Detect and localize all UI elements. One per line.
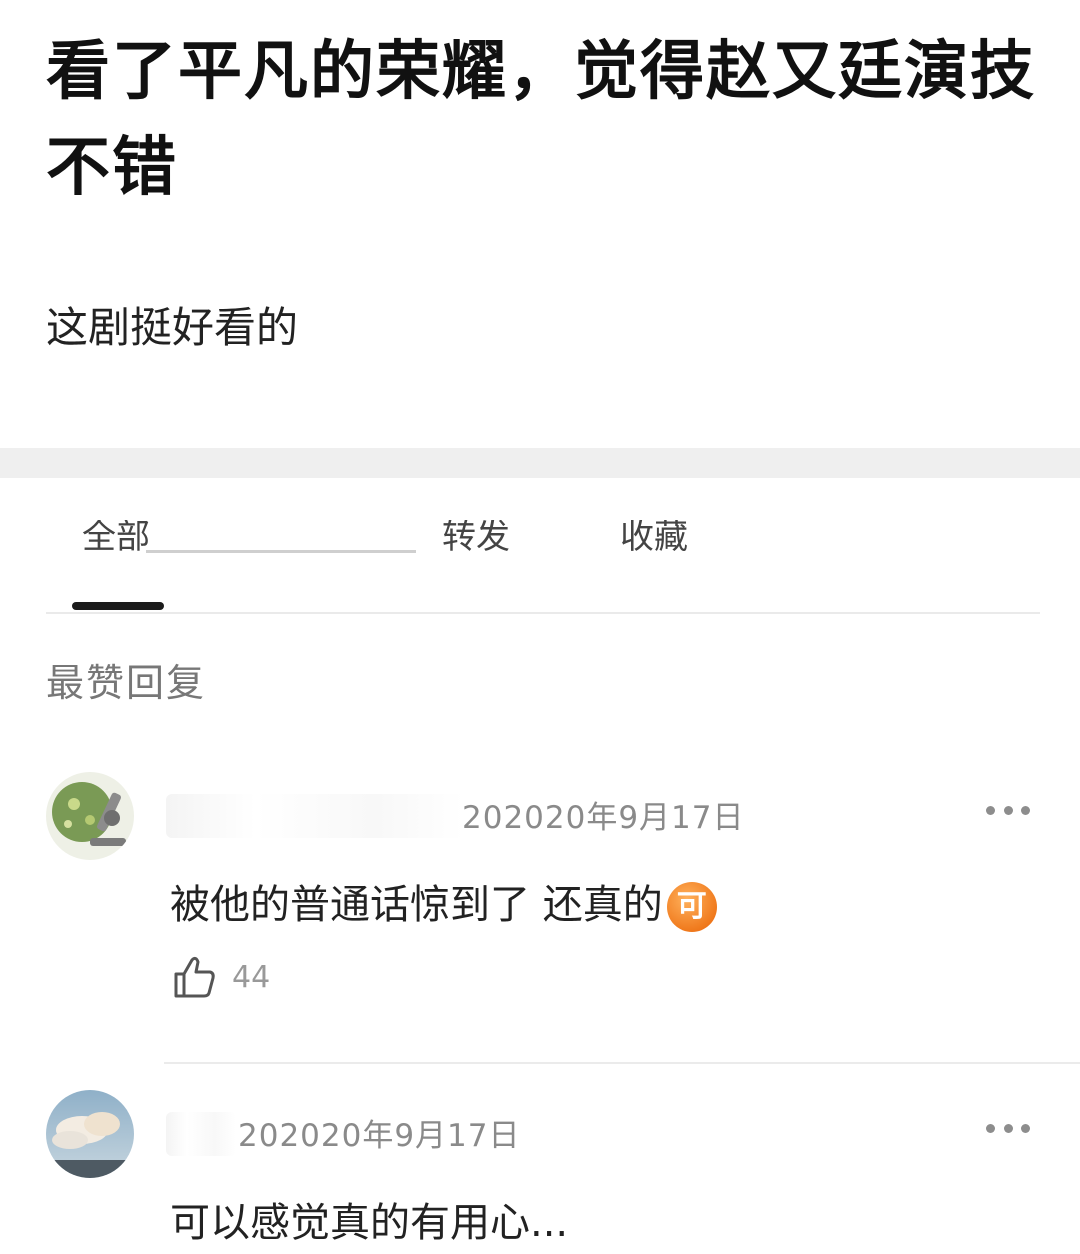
more-icon[interactable] bbox=[986, 804, 1030, 816]
comment-divider bbox=[164, 1062, 1080, 1064]
avatar[interactable] bbox=[46, 772, 134, 860]
tab-bar: 全部 转发 收藏 bbox=[46, 520, 1040, 614]
section-label: 最赞回复 bbox=[46, 661, 207, 705]
avatar-image bbox=[46, 1090, 134, 1178]
tab-favorite[interactable]: 收藏 bbox=[620, 520, 740, 580]
like-button[interactable]: 44 bbox=[172, 954, 270, 1000]
avatar-image bbox=[46, 772, 134, 860]
timestamp: 202020年9月17日 bbox=[462, 800, 745, 836]
post-title: 看了平凡的荣耀，觉得赵又廷演技不错 bbox=[46, 35, 1036, 205]
username-redacted[interactable] bbox=[166, 794, 464, 838]
like-count: 44 bbox=[232, 959, 271, 995]
tab-label: 全部 bbox=[82, 520, 150, 557]
thumbs-up-icon bbox=[174, 956, 215, 998]
tab-label: 收藏 bbox=[620, 520, 688, 557]
avatar[interactable] bbox=[46, 1090, 134, 1178]
comment-text-body: 被他的普通话惊到了 还真的 bbox=[170, 882, 663, 928]
tab-label: 转发 bbox=[442, 520, 510, 557]
tab-active-indicator bbox=[72, 602, 164, 610]
comment-text: 可以感觉真的有用心... bbox=[170, 1200, 569, 1246]
emoji-ke-icon: 可 bbox=[666, 882, 717, 932]
username-redacted[interactable] bbox=[166, 1112, 236, 1156]
comment-text: 被他的普通话惊到了 还真的可 bbox=[170, 872, 717, 932]
timestamp: 202020年9月17日 bbox=[238, 1118, 521, 1154]
smudge-line bbox=[146, 550, 416, 553]
more-icon[interactable] bbox=[986, 1122, 1030, 1134]
tab-repost[interactable]: 转发 bbox=[442, 520, 562, 580]
post-body: 这剧挺好看的 bbox=[46, 303, 299, 352]
section-separator bbox=[0, 448, 1080, 478]
